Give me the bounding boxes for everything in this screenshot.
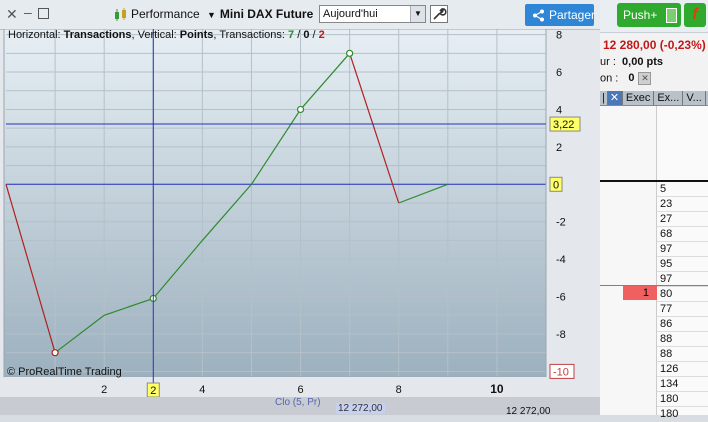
orderbook-volume-cell: 86 bbox=[660, 318, 673, 330]
orderbook-volume-cell: 180 bbox=[660, 408, 679, 420]
trade-marker bbox=[296, 105, 305, 114]
y-tick-label: 8 bbox=[556, 30, 562, 42]
background-indicator-label: Clo (5, Pr) bbox=[275, 397, 321, 408]
y-tick-label: -8 bbox=[556, 329, 566, 341]
date-range-value: Aujourd'hui bbox=[323, 8, 378, 20]
instrument-selector[interactable]: ▼ Mini DAX Future bbox=[207, 5, 313, 23]
count-sep-1: / bbox=[294, 29, 304, 41]
col-ex[interactable]: Ex... bbox=[654, 91, 684, 105]
points-row: ur : 0,00 pts bbox=[600, 56, 663, 68]
close-position-icon[interactable]: ✕ bbox=[638, 72, 652, 85]
col-exec[interactable]: Exec bbox=[623, 91, 655, 105]
y-tick-label: -2 bbox=[556, 217, 566, 229]
col-v[interactable]: V... bbox=[683, 91, 706, 105]
position-label: on : bbox=[600, 72, 619, 85]
trade-marker bbox=[51, 349, 59, 357]
share-icon bbox=[533, 9, 544, 22]
orderbook-volume-cell: 97 bbox=[660, 243, 673, 255]
caption-mid: , Vertical: bbox=[131, 29, 180, 41]
crosshair-x-badge: 2 bbox=[150, 385, 156, 397]
share-button[interactable]: Partager bbox=[525, 4, 596, 26]
price-change: 12 280,00 (-0,23%) bbox=[603, 38, 706, 52]
x-tick-label: 6 bbox=[297, 384, 303, 396]
background-price-right: 12 272,00 bbox=[506, 406, 551, 417]
spread-divider bbox=[600, 180, 708, 182]
chart-caption: Horizontal: Transactions, Vertical: Poin… bbox=[8, 29, 325, 42]
x-tick-label: 4 bbox=[199, 384, 205, 396]
orderbook-volume-cell: 5 bbox=[660, 183, 667, 195]
wrench-icon bbox=[433, 8, 447, 20]
date-range-select[interactable]: Aujourd'hui ▼ bbox=[319, 5, 426, 23]
header-pipe: | bbox=[600, 91, 608, 105]
x-tick-label: 2 bbox=[101, 384, 107, 396]
y-tick-label: 2 bbox=[556, 142, 562, 154]
orderbook-left-column bbox=[600, 106, 657, 415]
header-close-icon[interactable]: ✕ bbox=[607, 91, 623, 105]
orderbook-volume-cell: 80 bbox=[660, 288, 673, 300]
performance-chart[interactable]: 86420-2-4-6-83,220-10 2468102 bbox=[0, 29, 600, 415]
orderbook-volume-cell: 126 bbox=[660, 363, 679, 375]
caption-prefix: Horizontal: bbox=[8, 29, 64, 41]
trade-marker bbox=[346, 49, 354, 57]
candlestick-icon bbox=[115, 7, 126, 21]
minimize-icon[interactable]: – bbox=[24, 4, 32, 20]
push-label: Push+ bbox=[623, 8, 658, 22]
push-button[interactable]: Push+ bbox=[617, 3, 681, 27]
x-tick-label: 10 bbox=[490, 382, 504, 396]
min-badge: -10 bbox=[553, 366, 569, 378]
y-tick-label: -4 bbox=[556, 254, 566, 266]
performance-button[interactable]: Performance bbox=[114, 5, 200, 23]
caption-transactions: , Transactions: bbox=[213, 29, 289, 41]
orderbook-volume-cell: 23 bbox=[660, 198, 673, 210]
zero-badge: 0 bbox=[553, 179, 559, 191]
y-tick-label: -6 bbox=[556, 292, 566, 304]
close-icon[interactable]: ✕ bbox=[6, 6, 18, 23]
points-label: ur : bbox=[600, 56, 616, 68]
orderbook-volume-cell: 77 bbox=[660, 303, 673, 315]
orderbook-volume-cell: 180 bbox=[660, 393, 679, 405]
share-label: Partager bbox=[549, 8, 596, 22]
dropdown-arrow-icon[interactable]: ▼ bbox=[410, 6, 425, 22]
orderbook-volume-cell: 95 bbox=[660, 258, 673, 270]
maximize-icon[interactable] bbox=[38, 8, 49, 19]
settings-wrench-button[interactable] bbox=[430, 5, 448, 23]
position-row: on : 0 ✕ bbox=[600, 72, 652, 85]
position-value: 0 bbox=[628, 72, 635, 85]
highlighted-order-cell[interactable]: 1 bbox=[623, 286, 657, 300]
y-tick-label: 6 bbox=[556, 67, 562, 79]
orderbook-header: | ✕ Exec Ex... V... bbox=[600, 91, 708, 106]
count-sep-2: / bbox=[309, 29, 319, 41]
chevron-down-icon: ▼ bbox=[207, 10, 216, 20]
instrument-label: Mini DAX Future bbox=[219, 7, 314, 21]
performance-label: Performance bbox=[131, 7, 200, 21]
orderbook-volume-cell: 88 bbox=[660, 333, 673, 345]
orderbook-volume-cell: 88 bbox=[660, 348, 673, 360]
crosshair-y-badge: 3,22 bbox=[553, 119, 574, 131]
y-tick-label: 4 bbox=[556, 104, 562, 116]
background-price-left: 12 272,00 bbox=[336, 403, 385, 414]
x-tick-label: 8 bbox=[396, 384, 402, 396]
points-value: 0,00 pts bbox=[622, 56, 663, 68]
orderbook-volume-cell: 134 bbox=[660, 378, 679, 390]
y-axis: 86420-2-4-6-83,220-10 bbox=[549, 30, 581, 379]
formula-button[interactable]: f bbox=[684, 3, 706, 27]
count-losing: 2 bbox=[318, 29, 325, 41]
window-toolbar: ✕ – Performance ▼ Mini DAX Future Aujourd… bbox=[0, 0, 600, 30]
caption-y-label: Points bbox=[179, 29, 214, 41]
push-indicator-icon bbox=[666, 8, 677, 23]
watermark: © ProRealTime Trading bbox=[7, 366, 122, 378]
caption-x-label: Transactions bbox=[63, 29, 132, 41]
orderbook-volume-cell: 27 bbox=[660, 213, 673, 225]
orderbook-volume-cell: 97 bbox=[660, 273, 673, 285]
orderbook-volume-cell: 68 bbox=[660, 228, 673, 240]
